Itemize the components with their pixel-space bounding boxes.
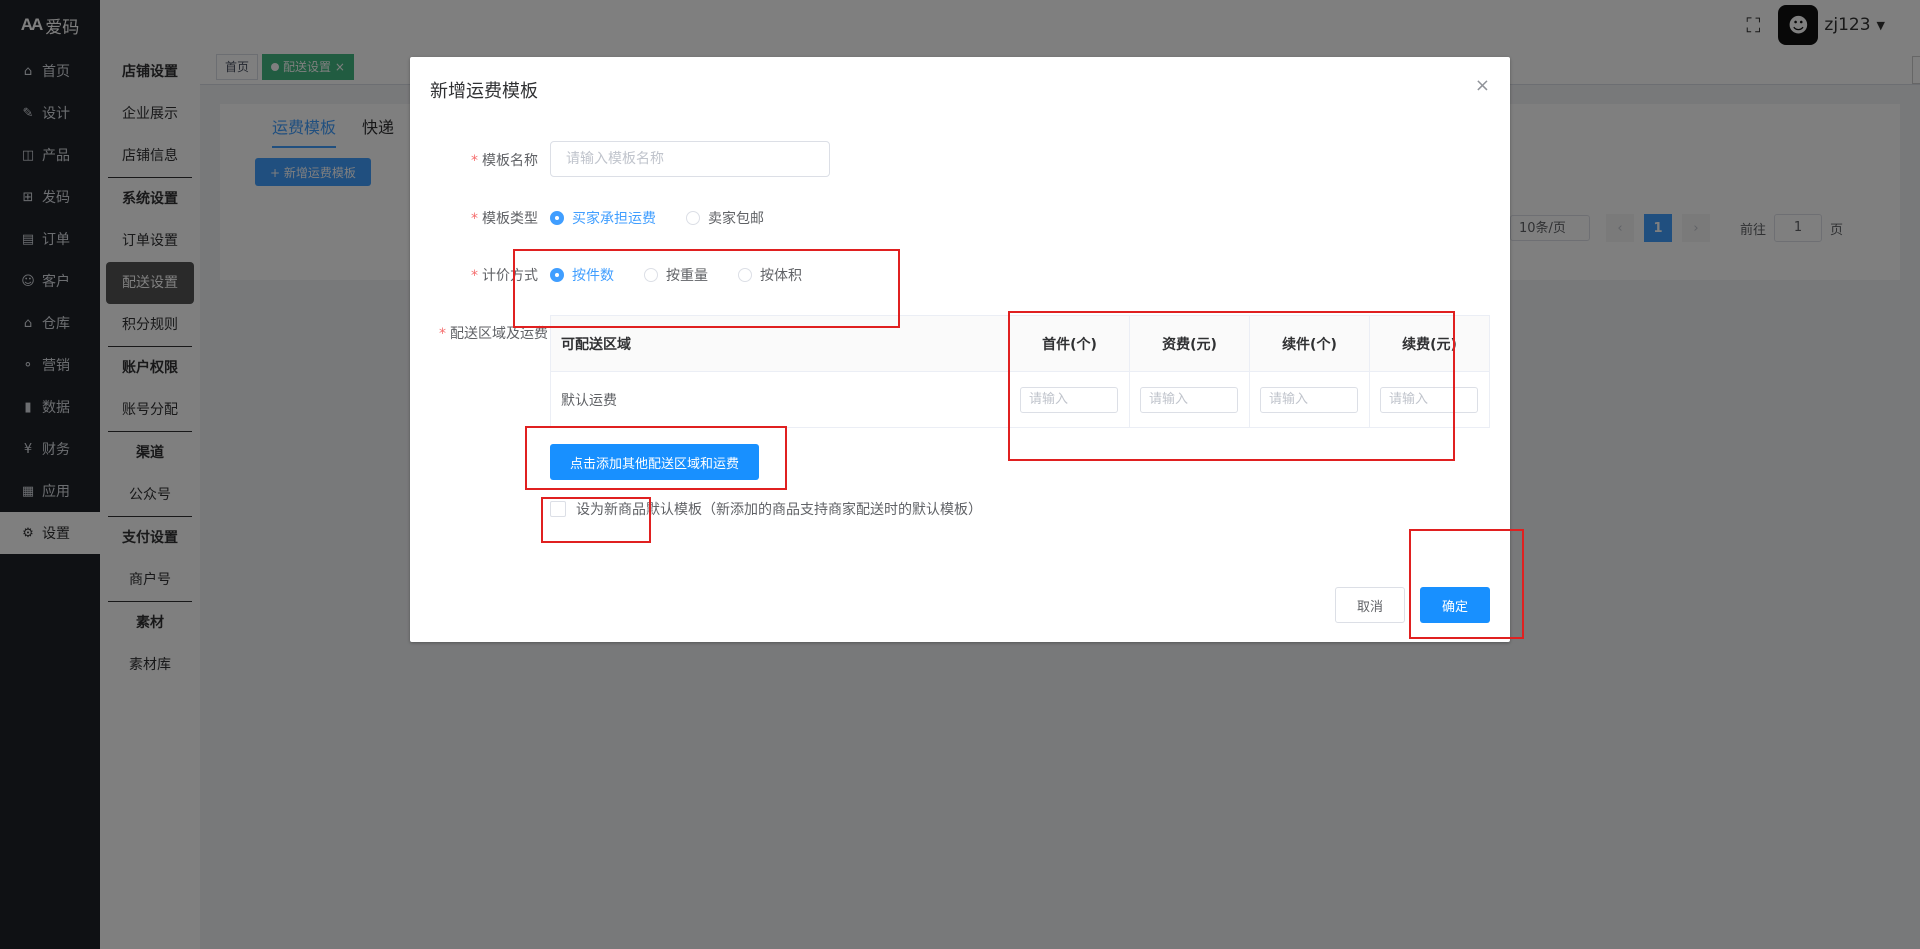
annotation-box-pricing — [513, 249, 900, 328]
radio-label: 卖家包邮 — [708, 211, 764, 227]
template-type-label: * 模板类型 — [471, 211, 538, 227]
default-freight-label: 默认运费 — [550, 371, 1010, 428]
annotation-box-fee-columns — [1008, 311, 1455, 461]
annotation-box-add-area — [525, 426, 787, 490]
template-name-label: * 模板名称 — [471, 153, 538, 169]
annotation-box-checkbox — [541, 497, 651, 543]
radio-label: 买家承担运费 — [572, 211, 656, 227]
cancel-button[interactable]: 取消 — [1335, 587, 1405, 623]
radio-circle — [686, 211, 700, 225]
radio-circle — [550, 211, 564, 225]
radio-buyer-pays[interactable]: 买家承担运费 — [550, 208, 656, 228]
template-type-group: 买家承担运费 卖家包邮 — [550, 208, 794, 228]
radio-seller-free[interactable]: 卖家包邮 — [686, 208, 764, 228]
close-icon[interactable]: × — [1475, 75, 1490, 96]
label-text: 模板名称 — [482, 153, 538, 169]
template-name-input[interactable] — [550, 141, 830, 177]
dialog-title: 新增运费模板 — [430, 81, 538, 102]
annotation-box-confirm — [1409, 529, 1524, 639]
label-text: 模板类型 — [482, 211, 538, 227]
label-text: 配送区域及运费 — [450, 326, 548, 342]
